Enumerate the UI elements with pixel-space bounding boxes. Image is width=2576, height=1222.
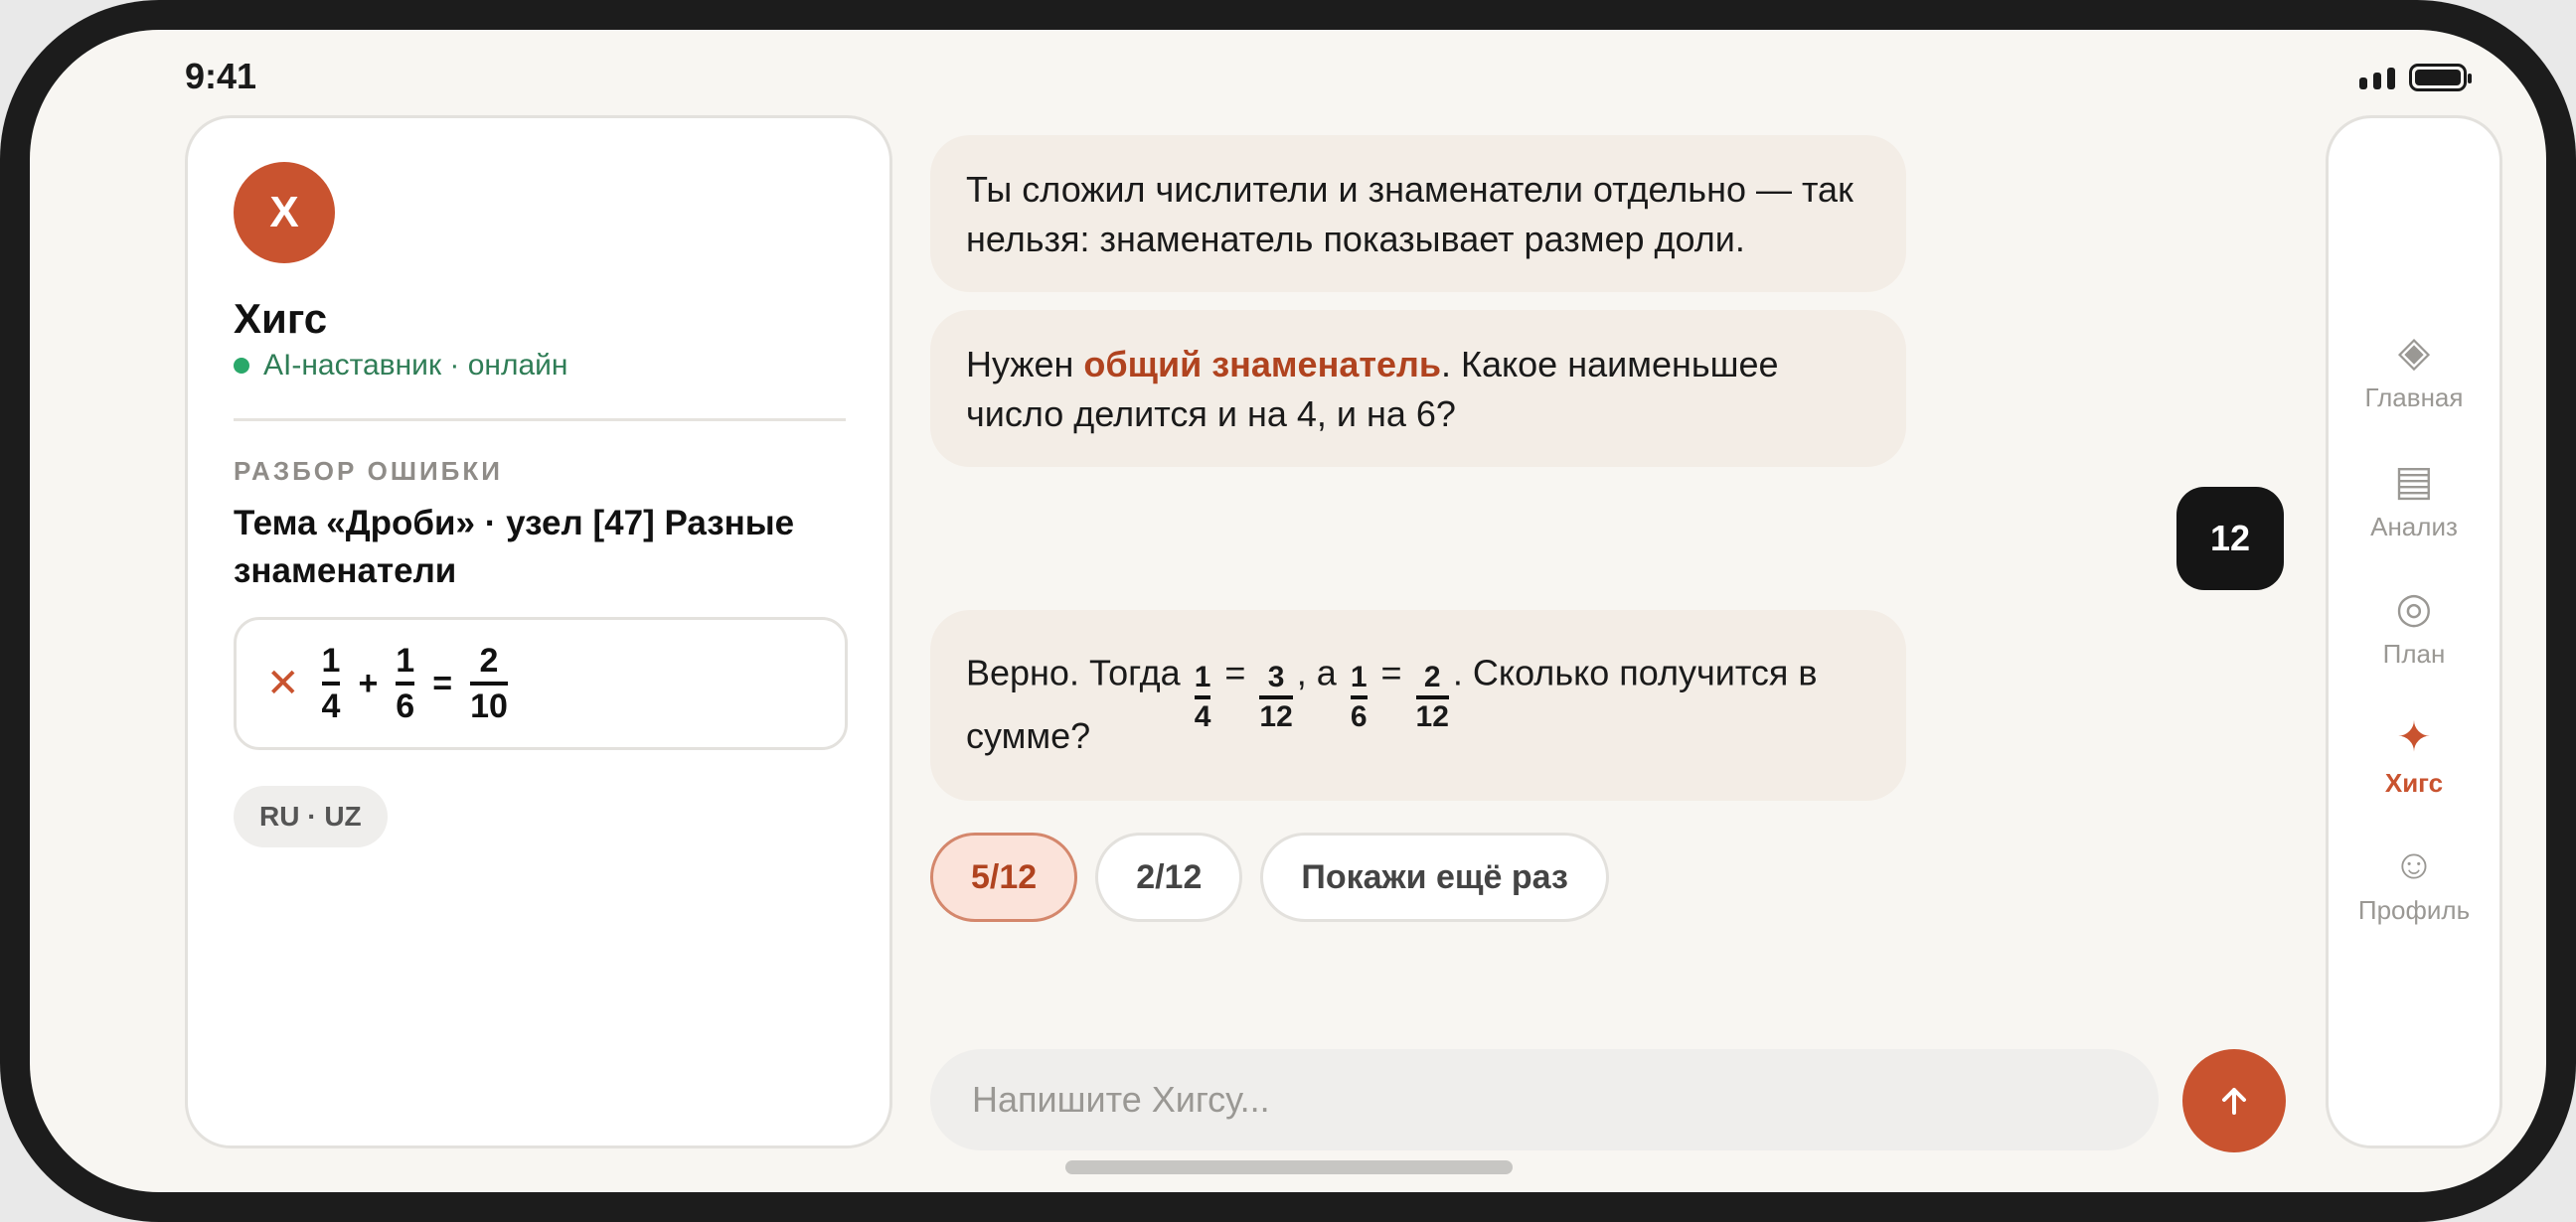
numerator: 1 — [396, 642, 415, 680]
denominator: 12 — [1259, 700, 1293, 733]
target-icon: ◎ — [2395, 584, 2433, 631]
fraction: 3 12 — [1259, 661, 1293, 733]
avatar: Х — [234, 162, 335, 263]
denominator: 10 — [470, 687, 508, 725]
nav-item-analysis[interactable]: ▤ Анализ — [2329, 458, 2499, 542]
language-toggle[interactable]: RU · UZ — [234, 786, 388, 847]
equals-sign: = — [1370, 652, 1412, 693]
signal-icon — [2359, 66, 2395, 89]
numerator: 1 — [321, 642, 341, 680]
equals-sign: = — [432, 664, 453, 702]
topic-title: Тема «Дроби» · узел [47] Разные знаменат… — [234, 504, 795, 590]
smiley-icon: ☺ — [2392, 840, 2436, 887]
nav-label: Хигс — [2384, 768, 2444, 798]
fraction: 1 6 — [396, 642, 415, 725]
nav-item-home[interactable]: ◈ Главная — [2329, 329, 2499, 413]
quick-reply-5-12[interactable]: 5/12 — [930, 833, 1078, 922]
fraction: 14 — [1194, 661, 1211, 733]
home-indicator — [1065, 1160, 1513, 1174]
tutor-message: Ты сложил числители и знаменатели отдель… — [930, 135, 1906, 292]
message-input[interactable]: Напишите Хигсу... — [930, 1049, 2159, 1150]
nav-label: Профиль — [2357, 895, 2471, 925]
status-time: 9:41 — [185, 56, 257, 96]
quick-reply-show-again[interactable]: Покажи ещё раз — [1260, 833, 1609, 922]
wrong-formula: ✕ 1 4 + 1 6 = 2 10 — [234, 617, 848, 750]
screen: 9:41 Х Хигс AI-наставник · онлайн РАЗБОР… — [30, 30, 2546, 1192]
plus-sign: + — [358, 664, 379, 702]
online-dot-icon — [234, 358, 249, 374]
tutor-status-text: AI-наставник · онлайн — [263, 349, 568, 382]
send-button[interactable] — [2182, 1049, 2286, 1152]
sparkle-icon: ✦ — [2396, 713, 2432, 760]
tutor-name: Хигс — [234, 295, 328, 342]
tutor-message: Нужен общий знаменатель. Какое наименьше… — [930, 310, 1906, 467]
message-text: Нужен — [966, 344, 1084, 384]
quick-reply-2-12[interactable]: 2/12 — [1095, 833, 1243, 922]
denominator: 4 — [1194, 700, 1211, 733]
equals-sign: = — [1214, 652, 1256, 693]
denominator: 6 — [1350, 700, 1368, 733]
fraction: 16 — [1350, 661, 1368, 733]
highlight-term: общий знаменатель — [1083, 344, 1441, 384]
user-message: 12 — [2176, 487, 2284, 590]
message-text: , а — [1296, 652, 1347, 693]
tutor-message: Верно. Тогда 14 = 3 12, а 16 = 2 12. Сколь… — [930, 610, 1906, 801]
arrow-up-icon — [2222, 1088, 2246, 1115]
divider — [234, 418, 846, 421]
nav-item-plan[interactable]: ◎ План — [2329, 585, 2499, 670]
nav-label: Анализ — [2370, 512, 2458, 541]
nav-item-profile[interactable]: ☺ Профиль — [2329, 841, 2499, 926]
message-text: Верно. Тогда — [966, 652, 1191, 693]
nav-label: Главная — [2364, 382, 2464, 412]
fraction: 1 4 — [321, 642, 341, 725]
section-label: РАЗБОР ОШИБКИ — [234, 456, 503, 486]
denominator: 12 — [1415, 700, 1449, 733]
diamond-icon: ◈ — [2397, 328, 2431, 375]
fraction: 2 10 — [470, 642, 508, 725]
denominator: 6 — [396, 687, 415, 725]
nav-rail: ◈ Главная ▤ Анализ ◎ План ✦ Хигс ☺ Профи… — [2326, 115, 2502, 1148]
numerator: 3 — [1267, 661, 1285, 693]
fraction: 2 12 — [1415, 661, 1449, 733]
nav-item-higgs[interactable]: ✦ Хигс — [2329, 714, 2499, 799]
numerator: 2 — [479, 642, 499, 680]
numerator: 1 — [1194, 661, 1211, 693]
nav-label: План — [2382, 639, 2446, 669]
tutor-card: Х Хигс AI-наставник · онлайн РАЗБОР ОШИБ… — [185, 115, 892, 1148]
list-icon: ▤ — [2394, 457, 2434, 504]
wrong-mark-icon: ✕ — [266, 662, 300, 705]
tutor-status: AI-наставник · онлайн — [234, 349, 568, 382]
numerator: 1 — [1350, 661, 1368, 693]
battery-icon — [2409, 64, 2472, 91]
denominator: 4 — [321, 687, 341, 725]
status-icons — [2359, 64, 2472, 91]
numerator: 2 — [1423, 661, 1441, 693]
quick-replies: 5/12 2/12 Покажи ещё раз — [930, 833, 1609, 922]
